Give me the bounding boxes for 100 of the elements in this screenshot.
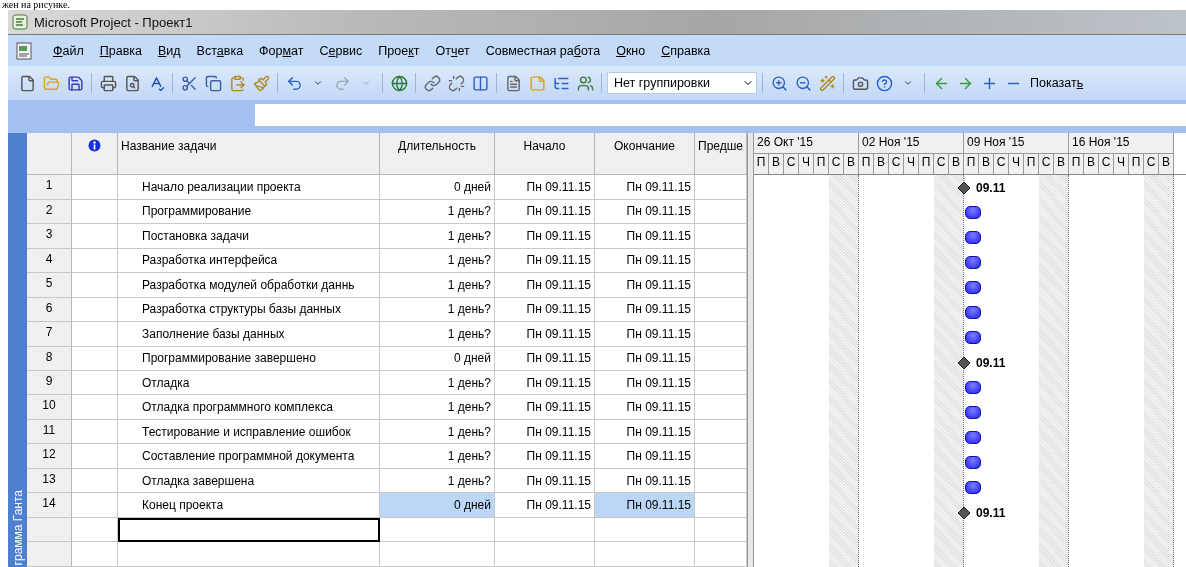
- indicator-cell: [72, 542, 118, 567]
- menu-item[interactable]: Проект: [371, 41, 427, 60]
- table-cell: 1 день?: [380, 273, 495, 298]
- document-icon[interactable]: [14, 40, 34, 61]
- day-header: С: [889, 154, 904, 174]
- day-header: Ч: [799, 154, 814, 174]
- task-bar[interactable]: [965, 256, 981, 269]
- entry-field[interactable]: [255, 104, 1186, 126]
- day-header: В: [979, 154, 994, 174]
- row-number[interactable]: 7: [27, 322, 72, 347]
- table-cell: Разработка структуры базы данных: [118, 297, 380, 323]
- column-header[interactable]: [72, 133, 118, 176]
- table-cell: 0 дней: [380, 346, 495, 371]
- task-bar[interactable]: [965, 406, 981, 419]
- menu-item[interactable]: Сервис: [312, 41, 370, 60]
- task-bar[interactable]: [965, 206, 981, 219]
- row-number[interactable]: 3: [27, 224, 72, 249]
- table-cell: [695, 444, 747, 469]
- grouping-dropdown[interactable]: Нет группировки: [607, 72, 757, 94]
- table-cell: Отладка программного комплекса: [118, 395, 380, 420]
- column-header[interactable]: Окончание: [595, 133, 695, 176]
- indicator-cell: [72, 346, 118, 371]
- menu-item[interactable]: Отчет: [428, 41, 477, 60]
- day-header: С: [1144, 154, 1159, 174]
- task-bar[interactable]: [965, 281, 981, 294]
- table-cell: Отладка завершена: [118, 468, 380, 494]
- task-bar[interactable]: [965, 456, 981, 469]
- indicator-cell: [72, 199, 118, 225]
- menu-item[interactable]: Формат: [252, 41, 311, 60]
- task-bar[interactable]: [965, 481, 981, 494]
- menu-item[interactable]: Файл: [46, 41, 91, 60]
- table-cell[interactable]: [118, 542, 380, 567]
- column-header[interactable]: Предше: [695, 133, 747, 176]
- table-cell: [695, 371, 747, 396]
- indicator-cell: [72, 444, 118, 469]
- row-number[interactable]: 13: [27, 468, 72, 494]
- table-cell: 1 день?: [380, 248, 495, 274]
- table-cell: Заполнение базы данных: [118, 322, 380, 347]
- table-cell: Пн 09.11.15: [595, 371, 695, 396]
- row-number[interactable]: 12: [27, 444, 72, 469]
- column-header[interactable]: Начало: [495, 133, 595, 176]
- table-cell: [695, 224, 747, 249]
- row-number[interactable]: 11: [27, 419, 72, 445]
- table-cell: 1 день?: [380, 199, 495, 225]
- table-cell: Пн 09.11.15: [595, 199, 695, 225]
- row-number[interactable]: 10: [27, 395, 72, 420]
- day-header: П: [1069, 154, 1084, 174]
- view-bar[interactable]: грамма Ганта: [8, 133, 27, 567]
- table-cell: Пн 09.11.15: [495, 346, 595, 371]
- row-number[interactable]: 6: [27, 297, 72, 323]
- row-number[interactable]: 5: [27, 273, 72, 298]
- menu-item[interactable]: Вид: [151, 41, 188, 60]
- row-number[interactable]: 8: [27, 346, 72, 371]
- table-cell: Пн 09.11.15: [595, 322, 695, 347]
- table-cell: Пн 09.11.15: [595, 175, 695, 200]
- table-cell: Разработка интерфейса: [118, 248, 380, 274]
- column-header[interactable]: Длительность: [380, 133, 495, 176]
- table-cell: Пн 09.11.15: [495, 395, 595, 420]
- table-cell: [695, 517, 747, 543]
- task-bar[interactable]: [965, 381, 981, 394]
- table-cell: [695, 346, 747, 371]
- day-header: В: [1159, 154, 1174, 174]
- table-cell: [695, 395, 747, 420]
- milestone-icon[interactable]: [958, 506, 970, 519]
- menu-item[interactable]: Правка: [92, 41, 149, 60]
- task-bar[interactable]: [965, 431, 981, 444]
- active-cell[interactable]: [118, 517, 380, 543]
- column-header[interactable]: Название задачи: [118, 133, 380, 176]
- task-bar[interactable]: [965, 331, 981, 344]
- row-number[interactable]: 14: [27, 493, 72, 518]
- menu-item[interactable]: Окно: [609, 41, 653, 60]
- table-cell: Постановка задачи: [118, 224, 380, 249]
- milestone-date: 09.11: [976, 505, 1006, 520]
- task-bar[interactable]: [965, 306, 981, 319]
- row-number[interactable]: 2: [27, 199, 72, 225]
- table-cell: Пн 09.11.15: [495, 297, 595, 323]
- week-header: 02 Ноя '15: [859, 133, 964, 154]
- menu-item[interactable]: Справка: [654, 41, 718, 60]
- window-title: Microsoft Project - Проект1: [34, 14, 193, 30]
- table-cell: Пн 09.11.15: [595, 224, 695, 249]
- task-bar[interactable]: [965, 231, 981, 244]
- table-cell: [695, 322, 747, 347]
- table-cell: Пн 09.11.15: [495, 224, 595, 249]
- milestone-icon[interactable]: [958, 356, 970, 369]
- select-all-cell[interactable]: [27, 133, 72, 176]
- table-cell: Пн 09.11.15: [595, 444, 695, 469]
- table-cell: [695, 542, 747, 567]
- table-cell: Программирование завершено: [118, 346, 380, 371]
- week-header: 26 Окт '15: [754, 133, 859, 154]
- row-number[interactable]: 4: [27, 248, 72, 274]
- row-number[interactable]: 9: [27, 371, 72, 396]
- show-button[interactable]: Показать: [1026, 74, 1088, 92]
- menu-item[interactable]: Совместная работа: [478, 41, 608, 60]
- menu-item[interactable]: Вставка: [189, 41, 251, 60]
- table-cell: Пн 09.11.15: [595, 248, 695, 274]
- indicator-cell: [72, 273, 118, 298]
- row-number[interactable]: 1: [27, 175, 72, 200]
- day-header: С: [1099, 154, 1114, 174]
- milestone-icon[interactable]: [958, 181, 970, 194]
- table-cell: 1 день?: [380, 297, 495, 323]
